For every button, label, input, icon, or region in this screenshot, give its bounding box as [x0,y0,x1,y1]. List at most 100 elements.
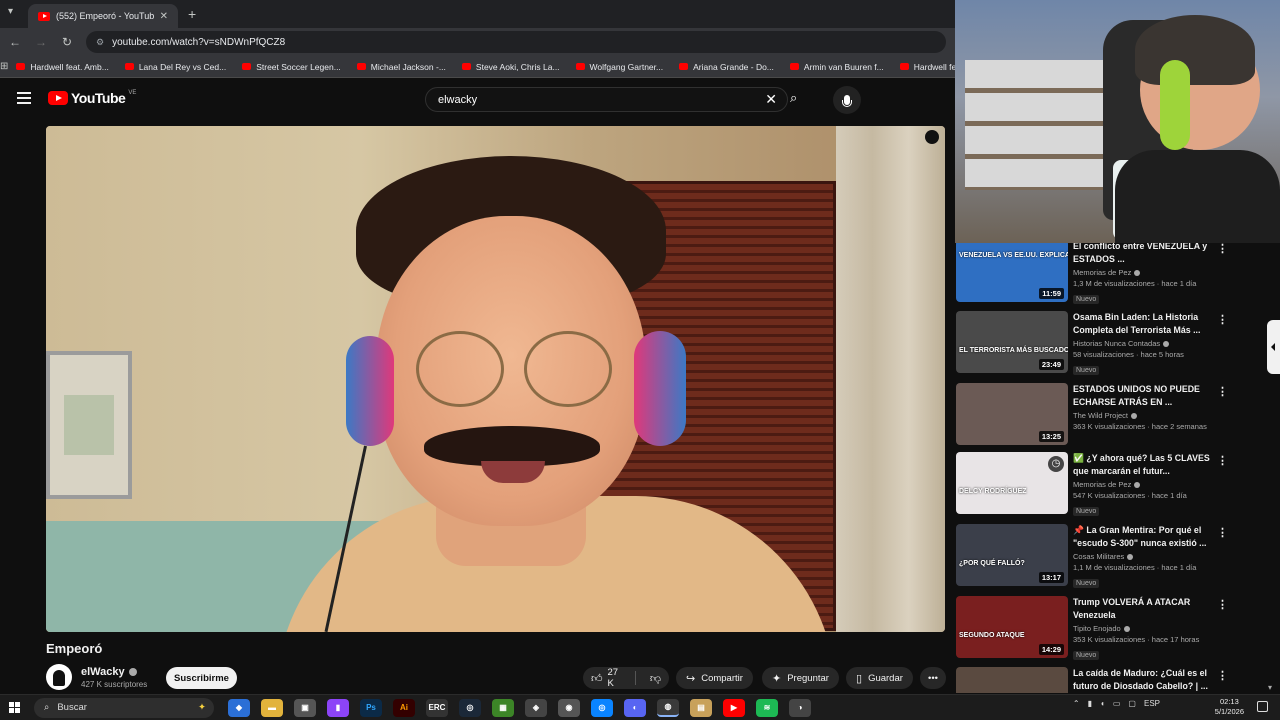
recommendation-thumbnail[interactable]: 13:25 [956,383,1068,445]
app-icon[interactable]: ▤ [690,698,712,717]
display-icon[interactable]: ▢ [1128,699,1136,708]
app-icon[interactable]: ◎ [591,698,613,717]
search-icon[interactable]: ⌕ [790,90,797,106]
app-icon[interactable]: ◑ [789,698,811,717]
more-options-icon[interactable]: ⋮ [1217,243,1228,255]
more-options-icon[interactable]: ⋮ [1217,598,1228,611]
forward-icon[interactable]: → [30,35,52,49]
steam-icon[interactable]: ◎ [459,698,481,717]
discord-icon[interactable]: ◐ [624,698,646,717]
recommendation-thumbnail[interactable]: VENEZUELA VS EE.UU. EXPLICADO 11:59 [956,243,1068,302]
network-icon[interactable]: ▭ [1113,699,1121,708]
bookmark-item[interactable]: Wolfgang Gartner... [568,62,672,72]
dislike-button[interactable]: 👎︎ [642,667,669,689]
site-info-icon[interactable]: ⚙ [96,37,104,48]
recommendation-channel-row[interactable]: Tipito Enojado [1073,624,1211,633]
more-options-icon[interactable]: ⋮ [1217,454,1228,467]
recommendation-item[interactable]: DELCY RODRÍGUEZ ◷ ✅ ¿Y ahora qué? Las 5 CL… [955,452,1280,520]
search-input[interactable]: elwacky [438,94,765,106]
recommendation-item[interactable]: SEGUNDO ATAQUE 14:29 Trump VOLVERÁ A ATACA… [955,596,1280,664]
recommendation-channel[interactable]: The Wild Project [1073,411,1128,420]
bookmark-item[interactable]: Armin van Buuren f... [782,62,892,72]
new-tab-icon[interactable]: + [188,6,196,22]
app-icon[interactable]: ▣ [294,698,316,717]
watch-later-icon[interactable]: ◷ [1048,456,1064,472]
like-button[interactable]: 👍︎ 27 K [583,667,629,689]
minecraft-icon[interactable]: ▦ [492,698,514,717]
twitch-icon[interactable]: ▮ [327,698,349,717]
tab-close-icon[interactable]: ✕ [160,11,168,22]
recommendation-title[interactable]: La caída de Maduro: ¿Cuál es el futuro d… [1073,667,1211,693]
app-icon[interactable]: ◉ [558,698,580,717]
recommendation-item[interactable]: VENEZUELA VS EE.UU. EXPLICADO 11:59 El con… [955,243,1280,308]
more-actions-button[interactable]: ••• [920,667,946,689]
volume-icon[interactable]: ◖ [1100,699,1105,708]
recommendation-channel-row[interactable]: Cosas Militares [1073,552,1211,561]
tray-chevron-icon[interactable]: ⌃ [1073,699,1080,708]
recommendation-channel-row[interactable]: Memorias de Pez [1073,268,1211,277]
share-button[interactable]: ↪ Compartir [676,667,753,689]
browser-tab[interactable]: (552) Empeoró - YouTube ✕ [28,4,178,28]
recommendation-title[interactable]: 📌 La Gran Mentira: Por qué el "escudo S-… [1073,524,1211,550]
back-icon[interactable]: ← [4,35,26,49]
spotify-icon[interactable]: ≋ [756,698,778,717]
app-icon[interactable]: ◈ [525,698,547,717]
language-indicator[interactable]: ESP [1144,699,1160,708]
file-explorer-icon[interactable]: ▬ [261,698,283,717]
more-options-icon[interactable]: ⋮ [1217,526,1228,539]
youtube-logo[interactable]: YouTube VE [48,90,136,106]
recommendation-title[interactable]: ESTADOS UNIDOS NO PUEDE ECHARSE ATRÁS EN… [1073,383,1211,409]
clock[interactable]: 02:13 5/1/2026 [1215,697,1244,717]
video-player[interactable] [46,126,945,632]
tab-search-icon[interactable]: ▾ [8,6,13,17]
recommendation-title[interactable]: Trump VOLVERÁ A ATACAR Venezuela [1073,596,1211,622]
copilot-app-icon[interactable]: ◆ [228,698,250,717]
bookmark-item[interactable]: Hardwell feat. Amb... [8,62,116,72]
bookmark-item[interactable]: Michael Jackson -... [349,62,454,72]
more-options-icon[interactable]: ⋮ [1217,313,1228,326]
recommendation-channel[interactable]: Cosas Militares [1073,552,1124,561]
notification-icon[interactable] [1257,701,1268,712]
clear-search-icon[interactable]: ✕ [765,91,777,108]
youtube-app-icon[interactable]: ▶ [723,698,745,717]
recommendation-title[interactable]: El conflicto entre VENEZUELA y ESTADOS .… [1073,243,1211,266]
search-box[interactable]: elwacky ✕ [425,87,788,112]
recommendation-channel[interactable]: Memorias de Pez [1073,268,1131,277]
recommendation-thumbnail[interactable]: EL TERRORISTA MÁS BUSCADO 23:49 [956,311,1068,373]
app-icon[interactable]: ERC [426,698,448,717]
taskbar-search[interactable]: ⌕ Buscar ✦ [34,697,214,718]
sidebar-collapse-tab[interactable] [1267,320,1280,374]
subscribe-button[interactable]: Suscribirme [166,667,237,689]
recommendation-thumbnail[interactable] [956,667,1068,693]
voice-search-button[interactable] [833,86,861,114]
bookmark-item[interactable]: Ariana Grande - Do... [671,62,782,72]
save-button[interactable]: ▯ Guardar [846,667,913,689]
recommendation-title[interactable]: Osama Bin Laden: La Historia Completa de… [1073,311,1211,337]
recommendation-item[interactable]: EL TERRORISTA MÁS BUSCADO 23:49 Osama Bin … [955,311,1280,379]
illustrator-icon[interactable]: Ai [393,698,415,717]
ask-button[interactable]: ✦ Preguntar [762,667,839,689]
microphone-tray-icon[interactable]: ▮ [1088,699,1092,708]
recommendation-channel-row[interactable]: The Wild Project [1073,411,1211,420]
recommendation-thumbnail[interactable]: SEGUNDO ATAQUE 14:29 [956,596,1068,658]
url-field[interactable]: ⚙ youtube.com/watch?v=sNDWnPfQCZ8 [86,31,946,53]
recommendation-channel-row[interactable]: Historias Nunca Contadas [1073,339,1211,348]
recommendation-item[interactable]: 13:25 ESTADOS UNIDOS NO PUEDE ECHARSE ATR… [955,383,1280,451]
bookmark-item[interactable]: Street Soccer Legen... [234,62,349,72]
more-options-icon[interactable]: ⋮ [1217,385,1228,398]
reload-icon[interactable]: ↻ [56,35,78,49]
recommendation-item[interactable]: La caída de Maduro: ¿Cuál es el futuro d… [955,667,1280,693]
recommendation-channel-row[interactable]: Memorias de Pez [1073,480,1211,489]
start-button[interactable] [0,702,28,713]
recommendation-channel[interactable]: Memorias de Pez [1073,480,1131,489]
hamburger-menu-icon[interactable] [17,92,31,104]
scroll-down-icon[interactable]: ▾ [1268,683,1272,692]
more-options-icon[interactable]: ⋮ [1217,669,1228,682]
recommendation-item[interactable]: ¿POR QUÉ FALLÓ? 13:17 📌 La Gran Mentira: P… [955,524,1280,592]
channel-avatar[interactable] [46,664,72,690]
chrome-icon[interactable]: ◍ [657,698,679,717]
bookmark-item[interactable]: Lana Del Rey vs Ced... [117,62,234,72]
recommendation-thumbnail[interactable]: ¿POR QUÉ FALLÓ? 13:17 [956,524,1068,586]
channel-name-row[interactable]: elWacky [81,666,147,678]
bookmark-item[interactable]: Steve Aoki, Chris La... [454,62,568,72]
